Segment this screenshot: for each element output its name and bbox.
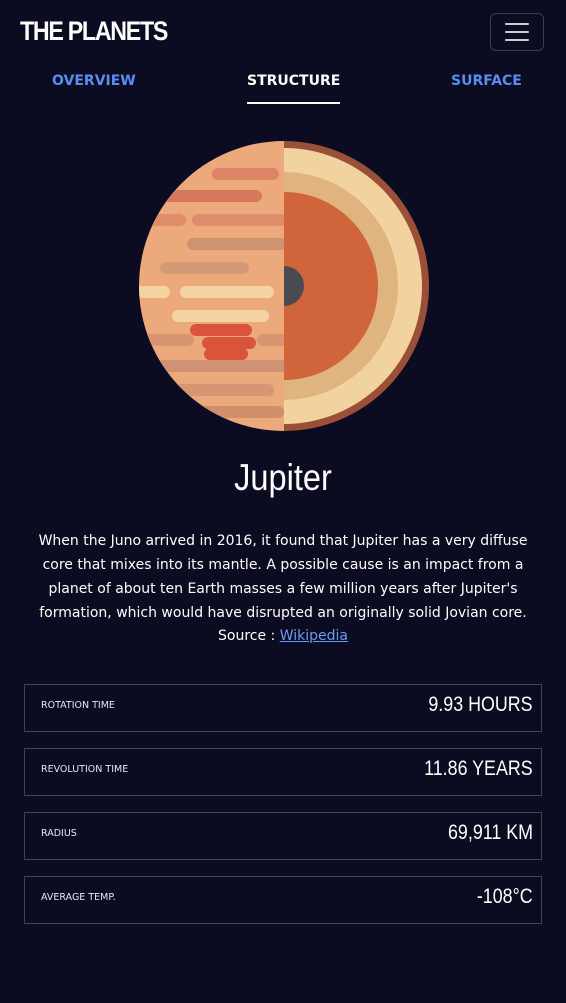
stat-rotation-time: ROTATION TIME 9.93 HOURS: [24, 684, 542, 732]
stat-average-temp: AVERAGE TEMP. -108°C: [24, 876, 542, 924]
brand-title[interactable]: THE PLANETS: [20, 16, 168, 47]
tab-structure[interactable]: STRUCTURE: [247, 73, 341, 104]
planet-description: When the Juno arrived in 2016, it found …: [38, 533, 528, 621]
hamburger-icon-line: [505, 39, 529, 41]
stat-label: AVERAGE TEMP.: [41, 892, 116, 903]
stat-value: -108°C: [477, 885, 533, 908]
menu-button[interactable]: [490, 13, 544, 51]
hamburger-icon-line: [505, 31, 529, 33]
planet-name: Jupiter: [234, 457, 332, 498]
source-label: Source :: [218, 628, 276, 644]
tab-overview[interactable]: OVERVIEW: [52, 73, 136, 89]
stat-label: ROTATION TIME: [41, 700, 115, 711]
source-link[interactable]: Wikipedia: [280, 628, 348, 644]
stat-radius: RADIUS 69,911 KM: [24, 812, 542, 860]
tab-surface[interactable]: SURFACE: [451, 73, 522, 89]
stat-revolution-time: REVOLUTION TIME 11.86 YEARS: [24, 748, 542, 796]
jupiter-structure-image: [139, 141, 429, 431]
tab-bar: OVERVIEW STRUCTURE SURFACE: [0, 73, 566, 109]
stat-value: 11.86 YEARS: [424, 757, 533, 780]
stat-value: 69,911 KM: [447, 821, 533, 844]
stat-value: 9.93 HOURS: [428, 693, 533, 716]
stat-label: REVOLUTION TIME: [41, 764, 129, 775]
source-line: Source : Wikipedia: [0, 628, 566, 644]
hamburger-icon: [505, 23, 529, 25]
stat-label: RADIUS: [41, 828, 77, 839]
